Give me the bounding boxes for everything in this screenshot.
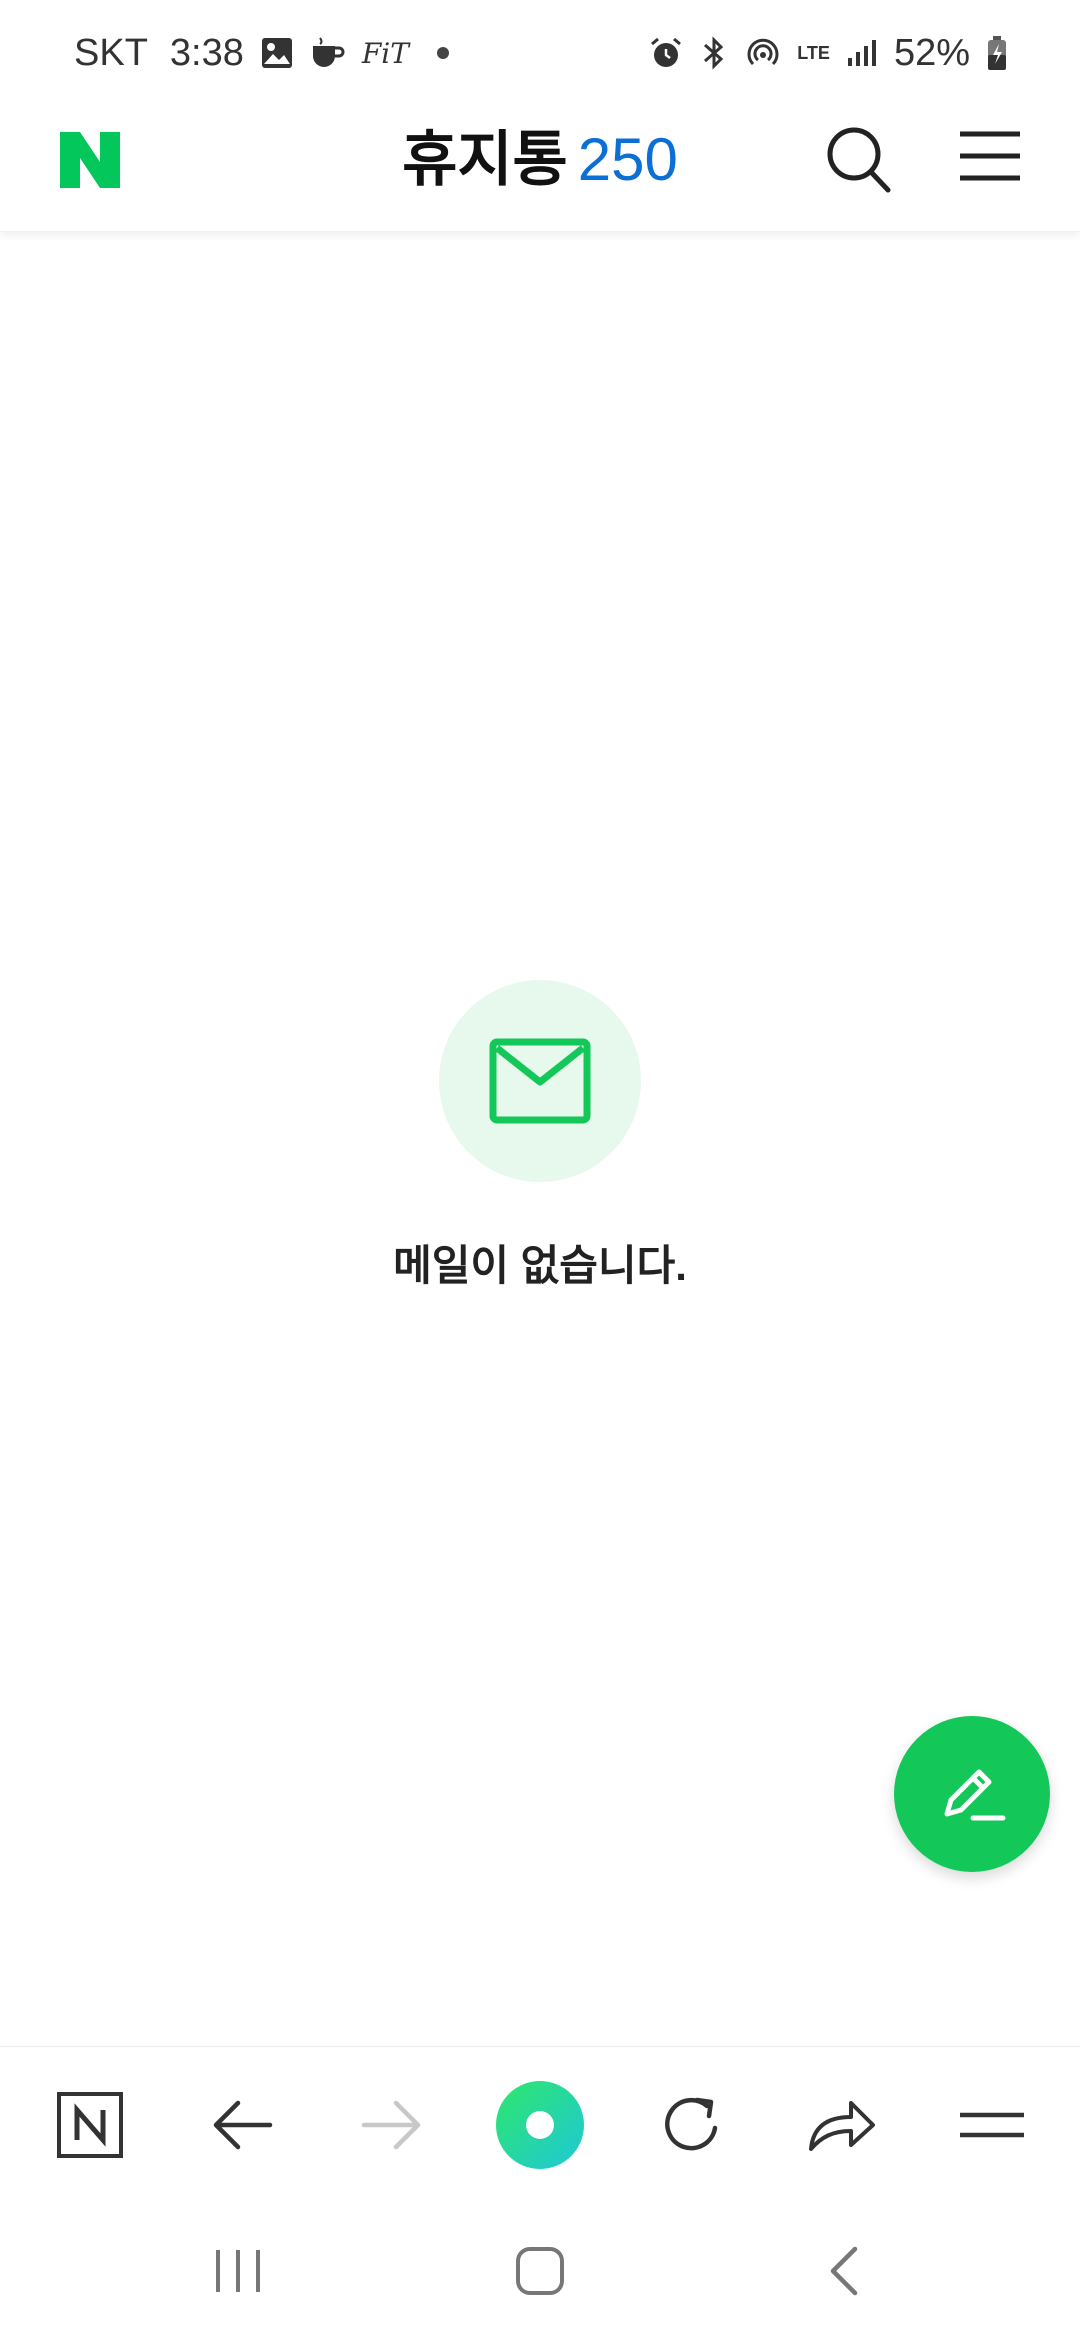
forward-arrow-icon (361, 2100, 421, 2150)
system-nav-bar (0, 2196, 1080, 2340)
carrier-text: SKT (74, 31, 148, 74)
green-dot-icon (496, 2081, 584, 2169)
naver-home-icon (57, 2092, 123, 2158)
toolbar-menu-button[interactable] (952, 2085, 1032, 2165)
compose-button[interactable] (894, 1716, 1050, 1872)
search-icon (827, 127, 891, 193)
page-title-text: 휴지통 (402, 126, 568, 193)
battery-percent: 52% (893, 31, 970, 74)
empty-message: 메일이 없습니다. (393, 1242, 687, 1289)
lte-label: LTE (797, 44, 830, 62)
forward-button[interactable] (352, 2085, 432, 2165)
signal-icon (846, 38, 878, 68)
status-bar: SKT 3:38 FiT LTE 52% (0, 0, 1080, 106)
menu-icon (960, 2112, 1024, 2138)
hotspot-icon (745, 36, 781, 70)
time-text: 3:38 (169, 31, 244, 74)
back-icon (830, 2246, 858, 2296)
cup-icon (310, 36, 346, 70)
refresh-icon (665, 2097, 718, 2151)
mail-count: 250 (577, 126, 678, 193)
alarm-icon (649, 36, 683, 70)
fit-label: FiT (361, 36, 409, 70)
refresh-button[interactable] (652, 2085, 732, 2165)
home-button[interactable] (505, 2236, 575, 2306)
system-back-button[interactable] (810, 2236, 880, 2306)
recents-button[interactable] (203, 2236, 273, 2306)
empty-mail-badge (439, 980, 641, 1182)
app-header: 휴지통 250 (0, 106, 1080, 232)
back-arrow-icon (213, 2100, 273, 2150)
envelope-icon (489, 1038, 591, 1124)
screen: SKT 3:38 FiT LTE 52% 휴지통 250 메일이 없습니다. (0, 0, 1080, 2340)
page-title: 휴지통 250 (0, 118, 1080, 202)
battery-charging-icon (986, 35, 1008, 71)
bluetooth-icon (699, 36, 729, 70)
hamburger-icon (960, 131, 1020, 181)
green-dot-button[interactable] (496, 2081, 584, 2169)
menu-button[interactable] (958, 128, 1022, 184)
status-right: LTE 52% (649, 32, 1008, 75)
lte-text: LTE (797, 43, 830, 63)
status-left: SKT 3:38 FiT (74, 32, 449, 75)
pencil-icon (944, 1769, 1006, 1821)
share-button[interactable] (802, 2085, 882, 2165)
naver-home-button[interactable] (50, 2085, 130, 2165)
gallery-icon (260, 36, 294, 70)
recents-icon (216, 2250, 260, 2292)
browser-toolbar (0, 2046, 1080, 2196)
back-button[interactable] (202, 2085, 282, 2165)
notification-dot-icon (436, 47, 449, 59)
share-icon (809, 2101, 875, 2151)
search-button[interactable] (826, 124, 892, 194)
home-icon (516, 2247, 564, 2295)
